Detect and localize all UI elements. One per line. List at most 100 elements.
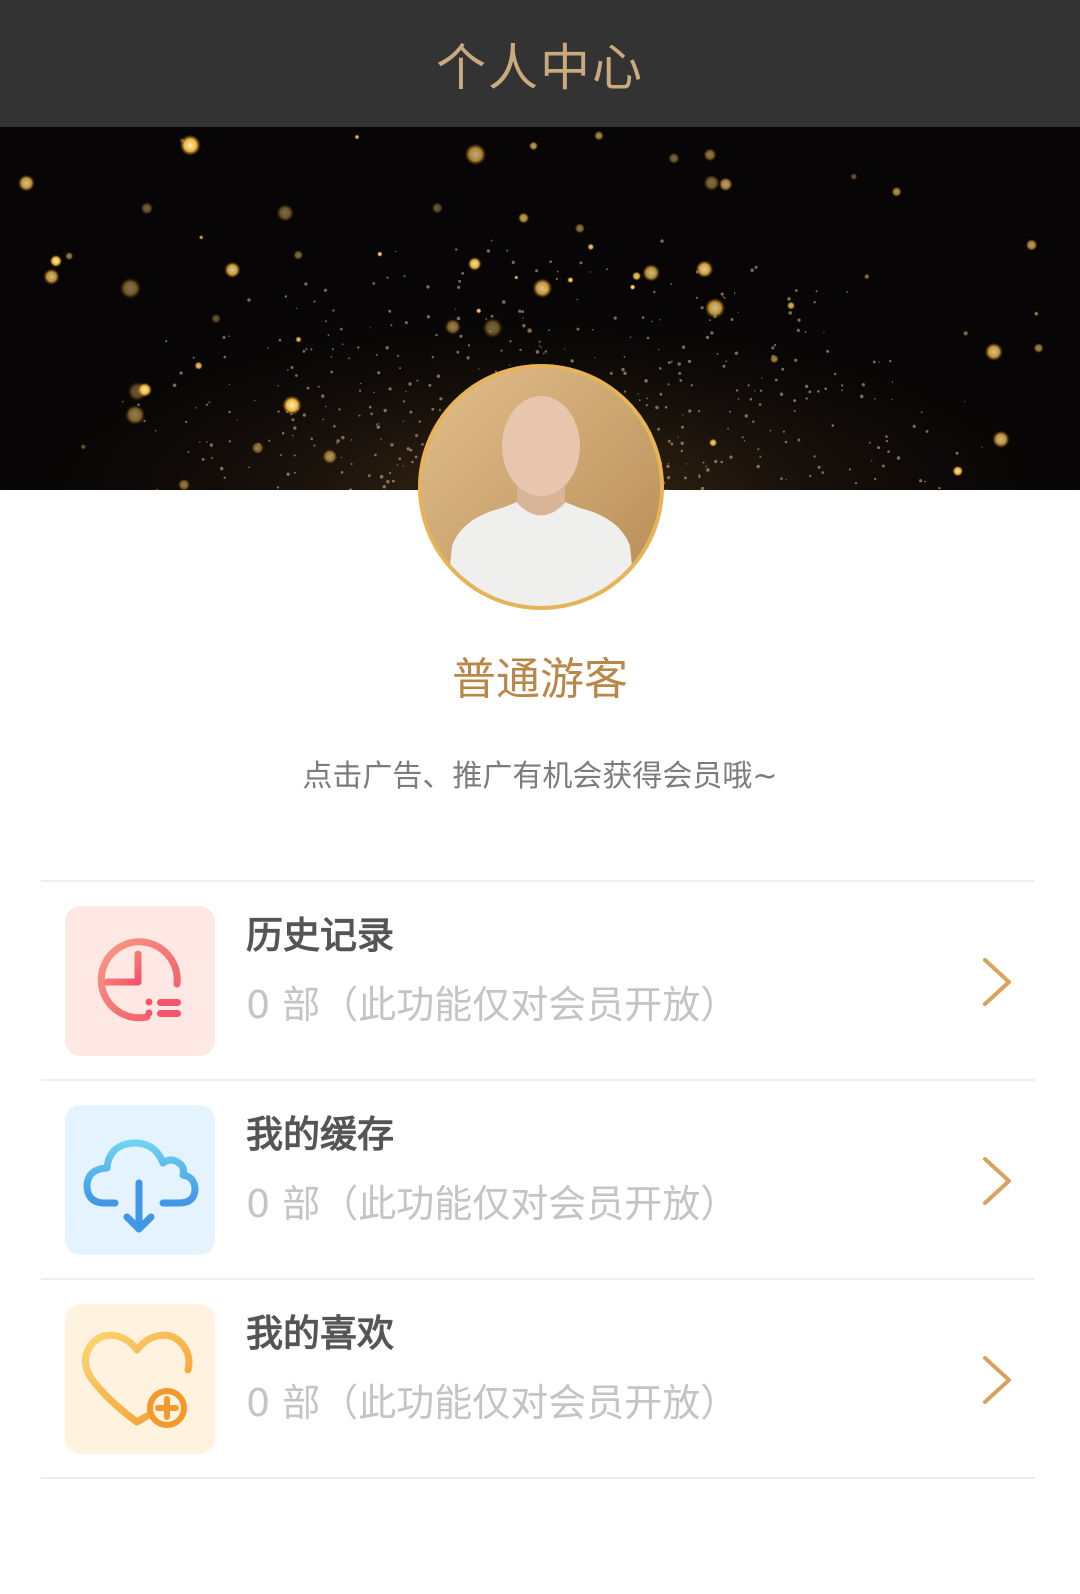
menu-item-count: 0 部（此功能仅对会员开放） (246, 1182, 739, 1226)
glitter-particle (317, 385, 320, 388)
bokeh-light (224, 261, 241, 279)
glitter-particle (757, 448, 760, 451)
bokeh-light (587, 243, 595, 251)
favorites-icon-tile (65, 1304, 215, 1454)
glitter-particle (336, 439, 340, 443)
glitter-particle (761, 377, 763, 379)
glitter-particle (734, 351, 739, 355)
membership-tip: 点击广告、推广有机会获得会员哦~ (302, 759, 778, 794)
glitter-particle (396, 354, 400, 357)
glitter-particle (340, 327, 343, 331)
glitter-particle (490, 314, 494, 318)
glitter-particle (199, 441, 201, 443)
glitter-particle (538, 340, 541, 343)
menu-item-favorites[interactable]: 我的喜欢 0 部（此功能仅对会员开放） (41, 1280, 1035, 1479)
glitter-particle (769, 429, 772, 432)
glitter-particle (668, 462, 670, 465)
glitter-particle (809, 474, 812, 478)
bokeh-light (179, 137, 185, 144)
bokeh-light (514, 275, 519, 280)
glitter-particle (399, 367, 402, 370)
glitter-particle (759, 403, 762, 406)
glitter-particle (681, 425, 684, 429)
glitter-particle (340, 471, 344, 474)
bokeh-light (194, 361, 203, 370)
glitter-particle (555, 277, 559, 280)
glitter-particle (522, 324, 526, 328)
glitter-particle (376, 425, 381, 429)
glitter-particle (403, 275, 406, 278)
glitter-particle (609, 371, 613, 375)
menu-item-cache[interactable]: 我的缓存 0 部（此功能仅对会员开放） (41, 1081, 1035, 1280)
profile-menu-list: 历史记录 0 部（此功能仅对会员开放） 我的缓存 0 部（此功能仅对会员开放） (41, 880, 1035, 1479)
bokeh-light (668, 152, 680, 164)
glitter-particle (402, 400, 406, 403)
glitter-particle (201, 458, 205, 461)
glitter-particle (841, 389, 843, 392)
glitter-particle (330, 356, 333, 358)
glitter-particle (382, 485, 386, 489)
glitter-particle (325, 405, 327, 408)
glitter-particle (667, 383, 670, 386)
glitter-particle (720, 292, 724, 296)
glitter-particle (254, 399, 256, 402)
glitter-particle (223, 355, 227, 359)
glitter-particle (350, 463, 353, 465)
glitter-particle (670, 442, 674, 446)
glitter-particle (341, 435, 345, 440)
menu-item-history[interactable]: 历史记录 0 部（此功能仅对会员开放） (41, 882, 1035, 1081)
glitter-particle (878, 361, 880, 363)
glitter-particle (690, 384, 693, 387)
glitter-particle (390, 443, 394, 447)
cache-icon-tile (65, 1105, 215, 1255)
glitter-particle (426, 315, 431, 319)
bokeh-light (211, 313, 221, 324)
glitter-particle (887, 450, 890, 453)
glitter-particle (805, 384, 809, 388)
glitter-particle (885, 439, 889, 443)
glitter-particle (771, 346, 775, 350)
glitter-particle (885, 435, 888, 438)
glitter-particle (682, 414, 684, 416)
glitter-particle (824, 387, 827, 391)
glitter-particle (787, 297, 791, 301)
glitter-particle (389, 472, 392, 475)
glitter-particle (722, 364, 726, 368)
glitter-particle (388, 309, 392, 313)
glitter-particle (720, 460, 723, 464)
glitter-particle (808, 390, 812, 394)
glitter-particle (891, 381, 894, 383)
menu-item-label: 历史记录 (246, 914, 394, 957)
glitter-particle (677, 436, 679, 438)
glitter-particle (872, 360, 876, 364)
glitter-particle (754, 265, 758, 269)
glitter-particle (594, 356, 596, 359)
heart-plus-icon (82, 1331, 193, 1428)
glitter-particle (964, 401, 966, 403)
glitter-particle (277, 385, 279, 387)
glitter-particle (454, 308, 456, 310)
bokeh-light (1033, 343, 1044, 354)
glitter-particle (228, 440, 231, 443)
glitter-particle (891, 398, 893, 401)
user-avatar[interactable] (418, 364, 664, 610)
glitter-particle (304, 282, 308, 286)
glitter-particle (576, 327, 580, 331)
glitter-particle (542, 352, 545, 355)
glitter-particle (287, 369, 289, 371)
glitter-particle (729, 410, 731, 413)
bokeh-light (322, 449, 338, 464)
glitter-particle (535, 269, 539, 273)
glitter-particle (779, 392, 784, 396)
glitter-particle (122, 401, 124, 403)
glitter-particle (638, 399, 641, 402)
bokeh-light (354, 134, 360, 140)
bokeh-light (65, 252, 74, 261)
glitter-particle (522, 317, 524, 319)
glitter-particle (278, 338, 282, 342)
glitter-particle (325, 320, 327, 323)
glitter-particle (396, 464, 399, 466)
glitter-particle (385, 346, 389, 350)
glitter-particle (293, 471, 296, 474)
glitter-particle (293, 426, 297, 430)
